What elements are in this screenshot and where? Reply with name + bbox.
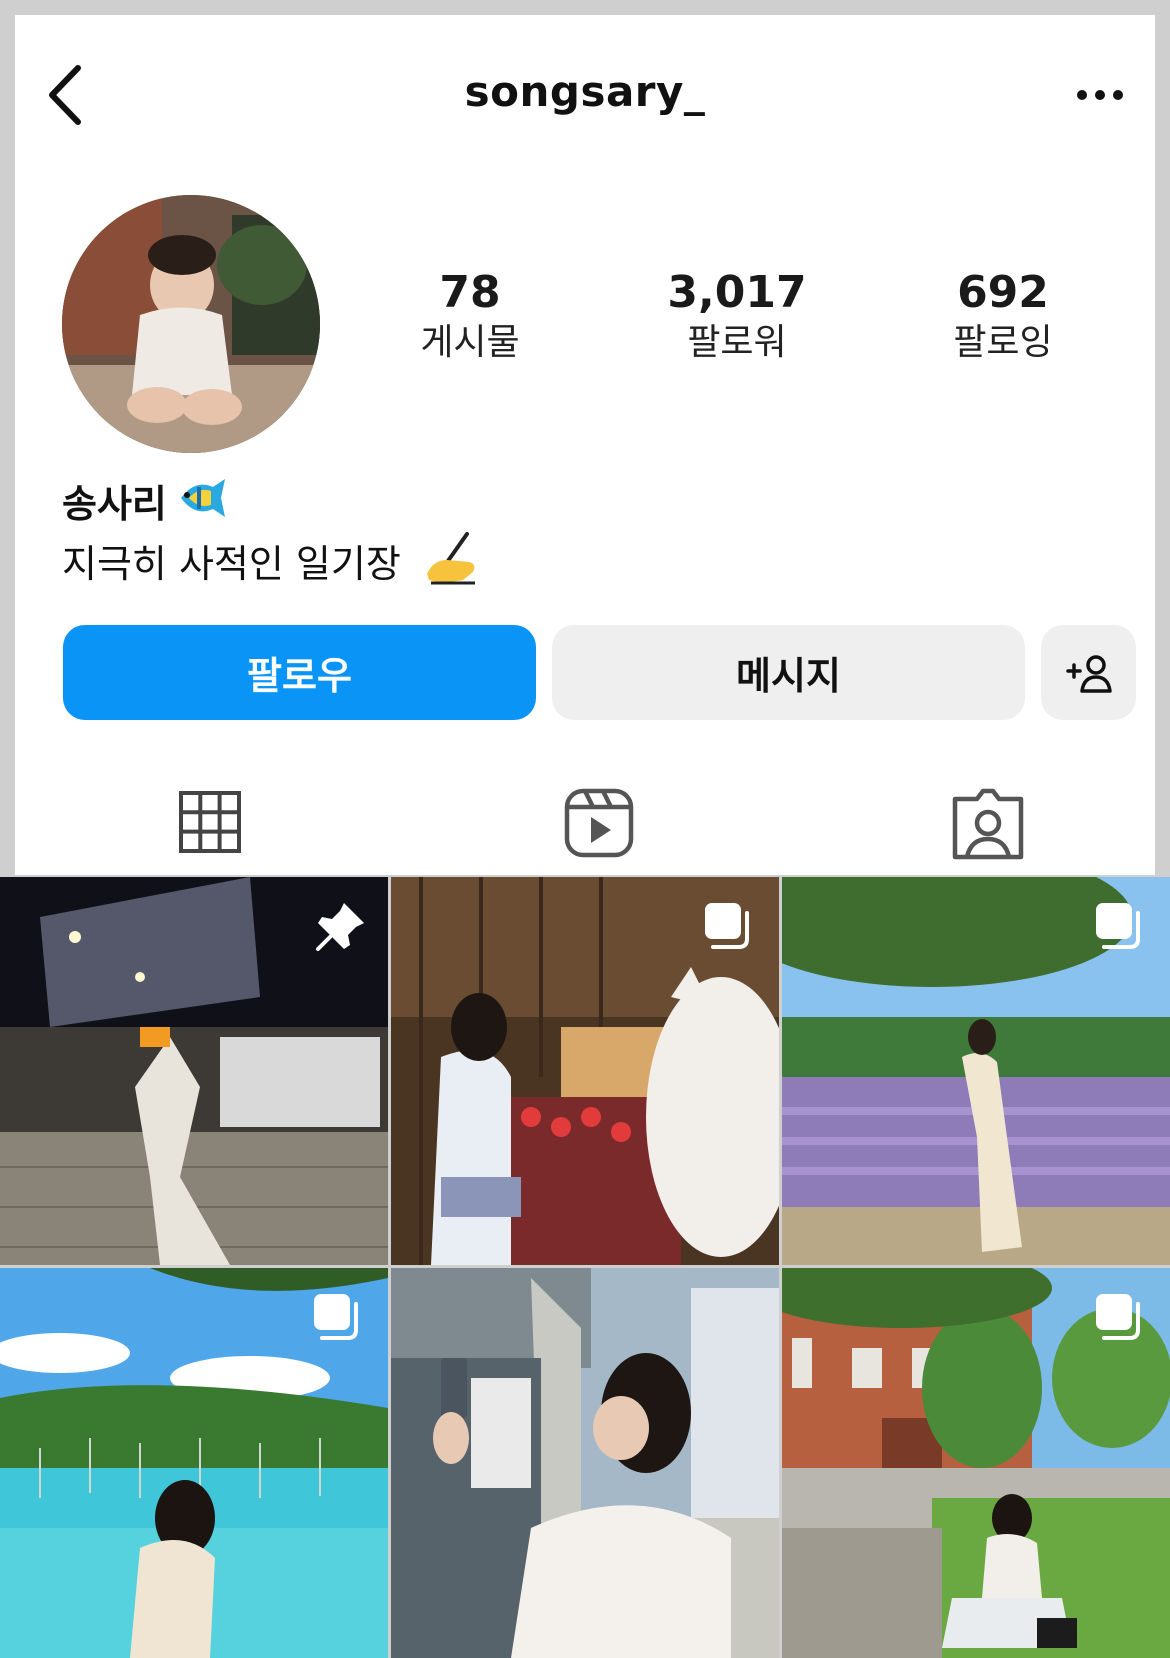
tab-tagged[interactable] [943, 785, 1033, 865]
post-tile[interactable] [391, 877, 779, 1265]
message-button[interactable]: 메시지 [552, 625, 1025, 720]
post-tile[interactable] [782, 877, 1170, 1265]
stat-following[interactable]: 692 팔로잉 [903, 265, 1103, 365]
posts-count: 78 [439, 267, 501, 318]
writing-hand-icon [427, 532, 475, 585]
profile-avatar[interactable] [62, 195, 320, 453]
add-person-icon [1065, 654, 1112, 693]
tropical-fish-icon [181, 479, 225, 517]
multi-photo-icon [1096, 903, 1140, 949]
pin-icon [316, 903, 364, 951]
following-label: 팔로잉 [953, 322, 1053, 363]
post-tile[interactable] [0, 1268, 388, 1658]
stat-followers[interactable]: 3,017 팔로워 [637, 265, 837, 365]
followers-label: 팔로워 [687, 322, 787, 363]
multi-photo-icon [705, 903, 749, 949]
avatar-photo [62, 195, 320, 453]
display-name: 송사리 [62, 482, 167, 526]
follow-button[interactable]: 팔로우 [63, 625, 536, 720]
post-tile[interactable] [782, 1268, 1170, 1658]
followers-count: 3,017 [667, 267, 807, 318]
tab-reels[interactable] [555, 785, 645, 865]
post-thumbnail [391, 1268, 779, 1658]
profile-panel: songsary_ 78 게시물 3,017 팔로워 692 팔로잉 송사리 지… [15, 15, 1155, 889]
more-horizontal-icon [1077, 90, 1123, 100]
tagged-icon [952, 788, 1024, 860]
more-options-button[interactable] [1070, 75, 1130, 115]
post-tile[interactable] [391, 1268, 779, 1658]
grid-icon [179, 791, 241, 853]
posts-label: 게시물 [420, 322, 520, 363]
profile-bio: 지극히 사적인 일기장 [62, 542, 401, 586]
following-count: 692 [957, 267, 1049, 318]
reels-icon [564, 788, 634, 858]
profile-username: songsary_ [464, 67, 706, 116]
add-person-button[interactable] [1041, 625, 1136, 720]
tab-posts-grid[interactable] [165, 785, 255, 865]
multi-photo-icon [1096, 1294, 1140, 1340]
multi-photo-icon [314, 1294, 358, 1340]
stat-posts[interactable]: 78 게시물 [370, 265, 570, 365]
post-tile[interactable] [0, 877, 388, 1265]
